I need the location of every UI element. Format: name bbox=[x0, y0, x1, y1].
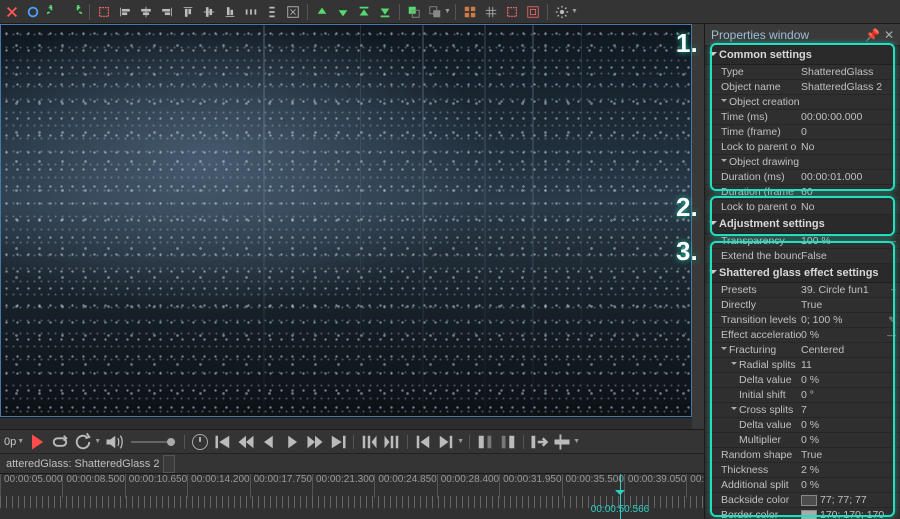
section-header[interactable]: Shattered glass effect settings bbox=[705, 264, 900, 283]
prop-row[interactable]: Transition levels0; 100 % ✎ bbox=[705, 313, 900, 328]
align-top-icon[interactable] bbox=[178, 3, 198, 21]
toolbar-btn-1[interactable] bbox=[2, 3, 22, 21]
marker-prev-icon[interactable] bbox=[359, 433, 379, 451]
loop-a-icon[interactable] bbox=[50, 433, 70, 451]
playhead-time: 00:00:50.566 bbox=[591, 504, 649, 515]
tool-b-icon[interactable] bbox=[552, 433, 572, 451]
prop-row[interactable]: Effect acceleration0 % — bbox=[705, 328, 900, 343]
align-right-icon[interactable] bbox=[157, 3, 177, 21]
marker-next-icon[interactable] bbox=[382, 433, 402, 451]
safe-area-icon[interactable] bbox=[523, 3, 543, 21]
prop-row[interactable]: Thickness2 % bbox=[705, 463, 900, 478]
prop-row[interactable]: Duration (ms)00:00:01.000 bbox=[705, 170, 900, 185]
align-hcenter-icon[interactable] bbox=[136, 3, 156, 21]
play-button[interactable] bbox=[27, 433, 47, 451]
grid-b-icon[interactable] bbox=[481, 3, 501, 21]
out-point-icon[interactable] bbox=[436, 433, 456, 451]
properties-title: Properties window bbox=[711, 28, 809, 42]
dist-h-icon[interactable] bbox=[241, 3, 261, 21]
tool-a-icon[interactable] bbox=[529, 433, 549, 451]
prop-row[interactable]: Border color170; 170; 170 bbox=[705, 508, 900, 519]
clock-icon[interactable] bbox=[190, 433, 210, 451]
playback-bar: 0p ▼ ▼ ▼ bbox=[0, 429, 704, 453]
prop-row[interactable]: Object nameShatteredGlass 2 bbox=[705, 80, 900, 95]
section-header[interactable]: Adjustment settings bbox=[705, 215, 900, 234]
grid-a-icon[interactable] bbox=[460, 3, 480, 21]
fit-icon[interactable] bbox=[283, 3, 303, 21]
arrow-up-bar-icon[interactable] bbox=[354, 3, 374, 21]
prop-row[interactable]: Initial shift0 ° bbox=[705, 388, 900, 403]
arrow-down-bar-icon[interactable] bbox=[375, 3, 395, 21]
step-fwd-icon[interactable] bbox=[282, 433, 302, 451]
prev-frame-icon[interactable] bbox=[236, 433, 256, 451]
prop-row[interactable]: Additional split0 % bbox=[705, 478, 900, 493]
preview-area bbox=[0, 24, 704, 417]
layer-caret-icon[interactable] bbox=[163, 455, 175, 473]
prop-row[interactable]: Object creation time bbox=[705, 95, 900, 110]
cut-a-icon[interactable] bbox=[475, 433, 495, 451]
properties-header: Properties window 📌 ✕ bbox=[705, 24, 900, 46]
close-icon[interactable]: ✕ bbox=[884, 28, 894, 42]
quality-label[interactable]: 0p bbox=[4, 436, 16, 448]
marker-dropdown-icon[interactable]: ▼ bbox=[457, 438, 464, 445]
loop-b-icon[interactable] bbox=[73, 433, 93, 451]
arrow-up-icon[interactable] bbox=[312, 3, 332, 21]
quality-dropdown-icon[interactable]: ▼ bbox=[17, 438, 24, 445]
align-vcenter-icon[interactable] bbox=[199, 3, 219, 21]
prop-row[interactable]: Duration (frame60 bbox=[705, 185, 900, 200]
top-toolbar: ▼ ▼ bbox=[0, 0, 900, 24]
prop-row[interactable]: Object drawing duration bbox=[705, 155, 900, 170]
prop-row[interactable]: Multiplier0 % bbox=[705, 433, 900, 448]
dist-v-icon[interactable] bbox=[262, 3, 282, 21]
align-left-icon[interactable] bbox=[115, 3, 135, 21]
settings-dropdown-icon[interactable]: ▼ bbox=[571, 8, 578, 15]
go-end-icon[interactable] bbox=[328, 433, 348, 451]
prop-row[interactable]: Lock to parent oNo bbox=[705, 140, 900, 155]
go-start-icon[interactable] bbox=[213, 433, 233, 451]
prop-row[interactable]: TypeShatteredGlass bbox=[705, 65, 900, 80]
prop-row[interactable]: FracturingCentered bbox=[705, 343, 900, 358]
settings-icon[interactable] bbox=[552, 3, 572, 21]
layer-label: atteredGlass: ShatteredGlass 2 bbox=[6, 458, 159, 470]
layer-order-dropdown-icon[interactable]: ▼ bbox=[444, 8, 451, 15]
arrow-down-icon[interactable] bbox=[333, 3, 353, 21]
in-point-icon[interactable] bbox=[413, 433, 433, 451]
properties-panel: Properties window 📌 ✕ Common settingsTyp… bbox=[704, 24, 900, 519]
to-front-icon[interactable] bbox=[404, 3, 424, 21]
prop-row[interactable]: Transparency100 % — bbox=[705, 234, 900, 249]
volume-slider[interactable] bbox=[131, 441, 175, 443]
next-frame-icon[interactable] bbox=[305, 433, 325, 451]
prop-row[interactable]: Extend the boundFalse bbox=[705, 249, 900, 264]
layer-label-row[interactable]: atteredGlass: ShatteredGlass 2 bbox=[0, 453, 704, 473]
section-header[interactable]: Common settings bbox=[705, 46, 900, 65]
step-back-icon[interactable] bbox=[259, 433, 279, 451]
prop-row[interactable]: Lock to parent oNo bbox=[705, 200, 900, 215]
prop-row[interactable]: Radial splits11 bbox=[705, 358, 900, 373]
prop-row[interactable]: Random shapeTrue bbox=[705, 448, 900, 463]
volume-icon[interactable] bbox=[104, 433, 124, 451]
align-bottom-icon[interactable] bbox=[220, 3, 240, 21]
prop-row[interactable]: Presets39. Circle fun1 + bbox=[705, 283, 900, 298]
loop-dropdown-icon[interactable]: ▼ bbox=[94, 438, 101, 445]
select-box-icon[interactable] bbox=[94, 3, 114, 21]
prop-row[interactable]: Cross splits7 bbox=[705, 403, 900, 418]
timeline[interactable]: 00:00:05.00000:00:08.50000:00:10.65000:0… bbox=[0, 473, 704, 519]
cut-b-icon[interactable] bbox=[498, 433, 518, 451]
crop-icon[interactable] bbox=[502, 3, 522, 21]
pin-icon[interactable]: 📌 bbox=[865, 28, 880, 42]
prop-row[interactable]: Delta value0 % bbox=[705, 373, 900, 388]
preview-canvas[interactable] bbox=[0, 24, 692, 417]
preview-scrollbar[interactable] bbox=[0, 417, 692, 429]
toolbar-btn-2[interactable] bbox=[23, 3, 43, 21]
prop-row[interactable]: Delta value0 % bbox=[705, 418, 900, 433]
redo-icon[interactable] bbox=[65, 3, 85, 21]
prop-row[interactable]: Backside color77; 77; 77 bbox=[705, 493, 900, 508]
prop-row[interactable]: DirectlyTrue bbox=[705, 298, 900, 313]
prop-row[interactable]: Time (frame)0 bbox=[705, 125, 900, 140]
to-back-icon[interactable] bbox=[425, 3, 445, 21]
undo-icon[interactable] bbox=[44, 3, 64, 21]
prop-row[interactable]: Time (ms)00:00:00.000 bbox=[705, 110, 900, 125]
tool-dropdown-icon[interactable]: ▼ bbox=[573, 438, 580, 445]
